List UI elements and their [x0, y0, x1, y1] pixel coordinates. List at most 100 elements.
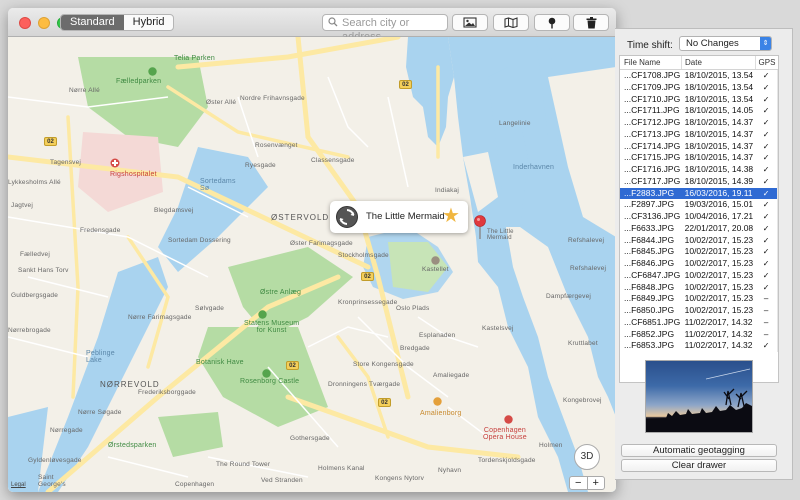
map-label: NØRREVOLD: [100, 380, 160, 389]
table-row[interactable]: ...F2897.JPG 19/03/2016, 15.01 ✓: [620, 199, 778, 211]
map-mode-hybrid[interactable]: Hybrid: [124, 15, 174, 30]
map-label: Kongens Nytorv: [375, 475, 425, 482]
map-label: Blegdamsvej: [154, 207, 194, 214]
table-row[interactable]: ...CF1711.JPG 18/10/2015, 14.05 ✓: [620, 105, 778, 117]
table-row[interactable]: ...CF1715.JPG 18/10/2015, 14.37 ✓: [620, 152, 778, 164]
map-label: Peblinge Lake: [86, 350, 115, 364]
cell-gps: ✓: [762, 223, 770, 233]
cell-file-name: ...CF1716.JPG: [624, 164, 681, 174]
cell-file-name: ...F6849.JPG: [624, 293, 675, 304]
map-mode-standard[interactable]: Standard: [61, 15, 124, 30]
photo-button[interactable]: [452, 14, 488, 31]
table-row[interactable]: ...CF1717.JPG 18/10/2015, 14.39 ✓: [620, 175, 778, 188]
table-row[interactable]: ...CF6851.JPG 11/02/2017, 14.32–: [620, 316, 778, 329]
cell-file-name: ...F6850.JPG: [624, 305, 675, 315]
cell-date: 18/10/2015, 14.05: [684, 105, 754, 116]
map-label: Statens Museum for Kunst: [244, 320, 300, 334]
table-row[interactable]: ...F6852.JPG 11/02/2017, 14.32–: [620, 328, 778, 341]
table-row[interactable]: ...CF1712.JPG 18/10/2015, 14.37 ✓: [620, 117, 778, 129]
map-label: Kastelsvej: [482, 325, 514, 332]
castle-icon: [262, 369, 271, 378]
cell-file-name: ...F6846.JPG: [624, 258, 675, 268]
close-window-button[interactable]: [19, 17, 31, 29]
place-callout[interactable]: The Little Mermaid ★: [330, 201, 468, 233]
cell-gps: ✓: [762, 282, 770, 292]
table-row[interactable]: ...CF1713.JPG 18/10/2015, 14.37 ✓: [620, 128, 778, 141]
map-label: Sølvgade: [195, 305, 225, 312]
star-icon[interactable]: ★: [442, 205, 460, 227]
map-label: Sankt Hans Torv: [18, 267, 69, 274]
map-label: Ørstedsparken: [108, 442, 157, 449]
table-row[interactable]: ...CF1710.JPG 18/10/2015, 13.54 ✓: [620, 93, 778, 106]
map-label: Store Kongensgade: [353, 361, 414, 368]
pin-button[interactable]: [534, 14, 570, 31]
search-field[interactable]: Search city or address: [322, 14, 448, 43]
table-row[interactable]: ...CF1714.JPG 18/10/2015, 14.37 ✓: [620, 140, 778, 153]
column-header-gps[interactable]: GPS: [756, 56, 778, 69]
cell-date: 11/02/2017, 14.32: [684, 340, 753, 351]
legal-link[interactable]: Legal: [11, 482, 26, 488]
photo-table[interactable]: File Name Date GPS ...CF1708.JPG 18/10/20…: [619, 55, 779, 383]
table-row[interactable]: ...F6850.JPG 10/02/2017, 15.23–: [620, 305, 778, 317]
table-row[interactable]: ...CF6847.JPG 10/02/2017, 15.23 ✓: [620, 269, 778, 282]
cell-gps: ✓: [762, 165, 770, 174]
cell-gps: ✓: [762, 341, 770, 351]
time-shift-select[interactable]: No Changes ⇕: [679, 36, 772, 51]
cell-gps: ✓: [762, 247, 770, 257]
table-row[interactable]: ...CF1716.JPG 18/10/2015, 14.38 ✓: [620, 164, 778, 176]
cell-file-name: ...CF1714.JPG: [624, 140, 681, 151]
table-row[interactable]: ...F6848.JPG 10/02/2017, 15.23 ✓: [620, 281, 778, 294]
clear-drawer-button[interactable]: Clear drawer: [621, 459, 777, 472]
map-button[interactable]: [493, 14, 529, 31]
column-header-date[interactable]: Date: [682, 56, 756, 69]
delete-button[interactable]: [573, 14, 609, 31]
automatic-geotagging-button[interactable]: Automatic geotagging: [621, 444, 777, 457]
cell-date: 18/10/2015, 14.37: [684, 117, 754, 127]
table-row[interactable]: ...CF1709.JPG 18/10/2015, 13.54 ✓: [620, 81, 778, 94]
cell-gps: –: [763, 294, 769, 304]
map-label: Copenhagen: [175, 481, 215, 488]
table-row[interactable]: ...F6849.JPG 10/02/2017, 15.23–: [620, 293, 778, 305]
hospital-icon: [110, 158, 120, 168]
cell-gps: ✓: [762, 141, 770, 151]
table-row[interactable]: ...F6844.JPG 10/02/2017, 15.23 ✓: [620, 234, 778, 247]
map-label: Nordre Frihavnsgade: [240, 95, 305, 102]
table-row[interactable]: ...F6633.JPG 22/01/2017, 20.08 ✓: [620, 222, 778, 235]
minimize-window-button[interactable]: [38, 17, 50, 29]
table-row[interactable]: ...F2883.JPG 16/03/2016, 19.11 ✓: [620, 187, 778, 200]
cell-file-name: ...F6844.JPG: [624, 234, 675, 245]
cell-date: 11/02/2017, 14.32: [684, 316, 753, 327]
map-label: Jagtvej: [11, 202, 33, 209]
photo-thumbnail: [336, 206, 358, 228]
cell-date: 18/10/2015, 14.37: [684, 128, 754, 139]
map-label: Esplanaden: [419, 332, 456, 339]
cell-file-name: ...CF1711.JPG: [624, 105, 680, 116]
map-view[interactable]: 02 02 02 02 02 Telia Parken Fælledparken…: [8, 37, 616, 492]
table-row[interactable]: ...F6853.JPG 11/02/2017, 14.32 ✓: [620, 340, 778, 352]
map-label: The Little Mermaid: [487, 229, 514, 241]
column-header-file-name[interactable]: File Name: [620, 56, 682, 69]
cell-gps: ✓: [762, 235, 770, 245]
cell-date: 10/02/2017, 15.23: [684, 305, 754, 315]
zoom-in-button[interactable]: +: [588, 477, 605, 489]
map-label: Amaliegade: [433, 372, 470, 379]
table-row[interactable]: ...F6845.JPG 10/02/2017, 15.23 ✓: [620, 246, 778, 258]
table-row[interactable]: ...CF3136.JPG 10/04/2016, 17.21 ✓: [620, 211, 778, 223]
map-label: Stockholmsgade: [338, 252, 389, 259]
map-label: Gyldenløvesgade: [28, 457, 82, 464]
cell-file-name: ...CF1710.JPG: [624, 93, 681, 104]
map-label: Gothersgade: [290, 435, 330, 442]
zoom-out-button[interactable]: −: [570, 477, 588, 489]
map-label: Inderhavnen: [513, 164, 555, 171]
location-pin[interactable]: [474, 215, 486, 241]
three-d-button[interactable]: 3D: [574, 444, 600, 470]
map-label: Tagensvej: [50, 159, 82, 166]
map-label: Øster Farimagsgade: [290, 240, 353, 247]
road-badge: 02: [44, 137, 57, 146]
toolbar: Standard Hybrid Search city or address: [8, 8, 616, 43]
cell-gps: ✓: [762, 94, 770, 104]
map-label: Kruttlabet: [568, 340, 598, 347]
search-icon: [328, 17, 338, 27]
table-row[interactable]: ...F6846.JPG 10/02/2017, 15.23 ✓: [620, 258, 778, 270]
table-row[interactable]: ...CF1708.JPG 18/10/2015, 13.54 ✓: [620, 70, 778, 82]
